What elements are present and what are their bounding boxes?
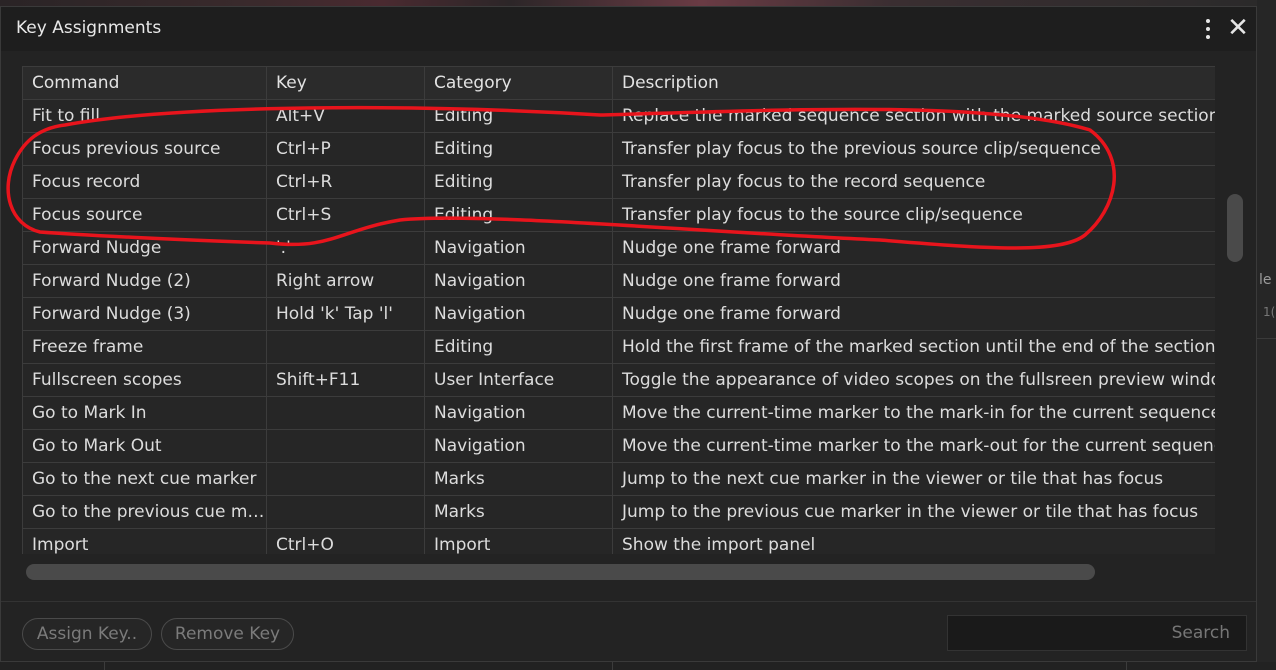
cell-description: Nudge one frame forward <box>612 297 1215 331</box>
table-row[interactable]: Focus previous source Ctrl+P Editing Transf… <box>22 132 1215 166</box>
cell-description: Move the current-time marker to the mark… <box>612 396 1215 430</box>
cell-description: Nudge one frame forward <box>612 264 1215 298</box>
cell-command: Go to Mark Out <box>22 429 267 463</box>
background-divider <box>104 662 105 670</box>
cell-category: Editing <box>424 99 613 133</box>
cell-category: Editing <box>424 198 613 232</box>
cell-description: Toggle the appearance of video scopes on… <box>612 363 1215 397</box>
cell-key: Ctrl+O <box>266 528 425 554</box>
cell-command: Fullscreen scopes <box>22 363 267 397</box>
cell-key: Ctrl+S <box>266 198 425 232</box>
cell-key: Alt+V <box>266 99 425 133</box>
cell-description: Replace the marked sequence section with… <box>612 99 1215 133</box>
horizontal-scrollbar[interactable] <box>26 564 1095 580</box>
table-row[interactable]: Go to the previous cue ma.. Marks Jump to … <box>22 495 1215 529</box>
cell-key: Ctrl+R <box>266 165 425 199</box>
cell-category: Navigation <box>424 231 613 265</box>
cell-description: Transfer play focus to the source clip/s… <box>612 198 1215 232</box>
cell-category: Marks <box>424 462 613 496</box>
table-header-row: Command Key Category Description <box>22 66 1215 100</box>
dialog-title: Key Assignments <box>16 18 162 38</box>
cell-command: Focus record <box>22 165 267 199</box>
cell-category: Navigation <box>424 297 613 331</box>
cell-key <box>266 429 425 463</box>
cell-category: Marks <box>424 495 613 529</box>
background-divider <box>1126 662 1127 670</box>
cell-command: Go to Mark In <box>22 396 267 430</box>
table-row[interactable]: Import Ctrl+O Import Show the import panel <box>22 528 1215 554</box>
background-text: le <box>1259 272 1272 288</box>
key-assignments-table: Command Key Category Description Fit to … <box>22 66 1215 554</box>
table-row[interactable]: Forward Nudge (3) Hold 'k' Tap 'l' Navigat… <box>22 297 1215 331</box>
cell-category: Navigation <box>424 429 613 463</box>
cell-category: Import <box>424 528 613 554</box>
background-divider <box>1257 338 1276 339</box>
dialog-titlebar: Key Assignments ✕ <box>1 7 1256 51</box>
cell-key <box>266 495 425 529</box>
cell-command: Go to the previous cue ma.. <box>22 495 267 529</box>
column-header-command[interactable]: Command <box>22 66 267 100</box>
table-row[interactable]: Forward Nudge '.' Navigation Nudge one fram… <box>22 231 1215 265</box>
cell-category: Editing <box>424 330 613 364</box>
cell-key <box>266 396 425 430</box>
table-row[interactable]: Freeze frame Editing Hold the first frame … <box>22 330 1215 364</box>
cell-command: Fit to fill <box>22 99 267 133</box>
cell-category: Navigation <box>424 396 613 430</box>
column-header-description[interactable]: Description <box>612 66 1215 100</box>
cell-key <box>266 462 425 496</box>
assign-key-button[interactable]: Assign Key.. <box>22 618 152 650</box>
table-row[interactable]: Fit to fill Alt+V Editing Replace the marke… <box>22 99 1215 133</box>
cell-command: Focus source <box>22 198 267 232</box>
cell-category: User Interface <box>424 363 613 397</box>
cell-category: Navigation <box>424 264 613 298</box>
table-row[interactable]: Focus source Ctrl+S Editing Transfer play f… <box>22 198 1215 232</box>
cell-description: Transfer play focus to the record sequen… <box>612 165 1215 199</box>
table-row[interactable]: Go to the next cue marker Marks Jump to th… <box>22 462 1215 496</box>
background-app-bottom <box>0 662 1276 670</box>
background-divider <box>612 662 613 670</box>
cell-description: Jump to the previous cue marker in the v… <box>612 495 1215 529</box>
table-row[interactable]: Focus record Ctrl+R Editing Transfer play f… <box>22 165 1215 199</box>
dialog-footer: Assign Key.. Remove Key <box>1 601 1256 662</box>
cell-command: Forward Nudge (3) <box>22 297 267 331</box>
cell-command: Forward Nudge <box>22 231 267 265</box>
table-row[interactable]: Go to Mark In Navigation Move the current-… <box>22 396 1215 430</box>
cell-command: Focus previous source <box>22 132 267 166</box>
cell-key: '.' <box>266 231 425 265</box>
more-options-icon[interactable] <box>1198 15 1218 43</box>
background-text-2: 1( <box>1263 305 1276 319</box>
close-icon[interactable]: ✕ <box>1225 13 1251 43</box>
cell-command: Forward Nudge (2) <box>22 264 267 298</box>
remove-key-button[interactable]: Remove Key <box>161 618 294 650</box>
search-input[interactable] <box>947 615 1247 651</box>
background-app-panel: le 1( <box>1257 0 1276 670</box>
cell-key: Ctrl+P <box>266 132 425 166</box>
cell-category: Editing <box>424 165 613 199</box>
table-row[interactable]: Go to Mark Out Navigation Move the current… <box>22 429 1215 463</box>
cell-key: Right arrow <box>266 264 425 298</box>
cell-description: Move the current-time marker to the mark… <box>612 429 1215 463</box>
cell-command: Import <box>22 528 267 554</box>
key-assignments-dialog: Key Assignments ✕ Command Key Category D… <box>0 6 1257 662</box>
column-header-category[interactable]: Category <box>424 66 613 100</box>
table-row[interactable]: Forward Nudge (2) Right arrow Navigation Nu… <box>22 264 1215 298</box>
cell-category: Editing <box>424 132 613 166</box>
cell-description: Show the import panel <box>612 528 1215 554</box>
cell-description: Hold the first frame of the marked secti… <box>612 330 1215 364</box>
cell-key <box>266 330 425 364</box>
cell-description: Jump to the next cue marker in the viewe… <box>612 462 1215 496</box>
column-header-key[interactable]: Key <box>266 66 425 100</box>
cell-key: Shift+F11 <box>266 363 425 397</box>
vertical-scrollbar[interactable] <box>1227 194 1243 262</box>
cell-command: Freeze frame <box>22 330 267 364</box>
cell-command: Go to the next cue marker <box>22 462 267 496</box>
cell-description: Nudge one frame forward <box>612 231 1215 265</box>
cell-key: Hold 'k' Tap 'l' <box>266 297 425 331</box>
table-row[interactable]: Fullscreen scopes Shift+F11 User Interface… <box>22 363 1215 397</box>
cell-description: Transfer play focus to the previous sour… <box>612 132 1215 166</box>
